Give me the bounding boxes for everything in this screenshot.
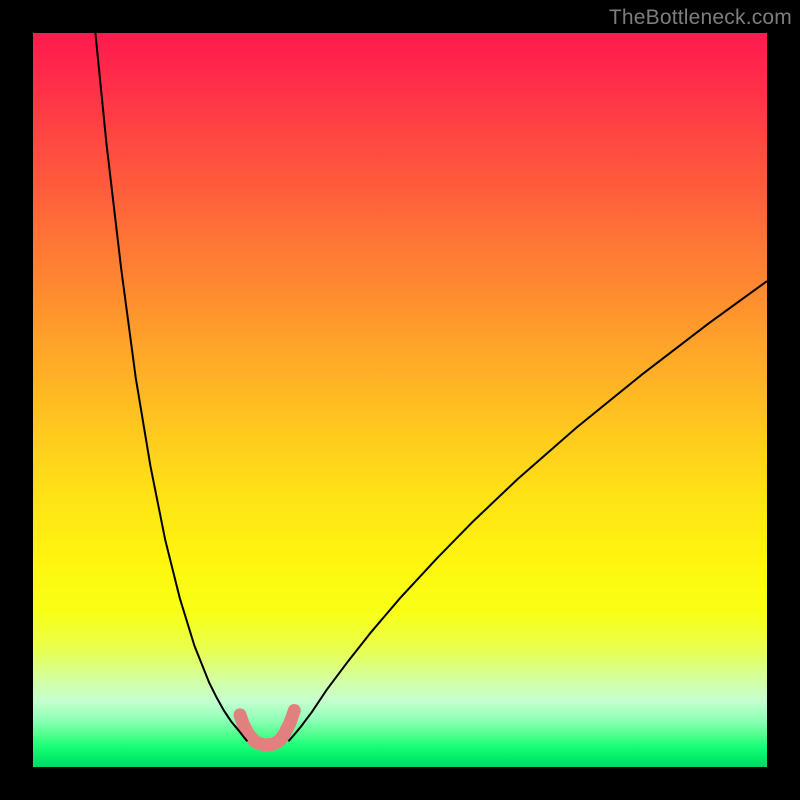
watermark-text: TheBottleneck.com bbox=[609, 6, 792, 30]
trough-marker-path bbox=[240, 710, 294, 745]
curve-svg bbox=[33, 33, 767, 767]
left-branch-path bbox=[95, 33, 247, 741]
outer-frame: TheBottleneck.com bbox=[0, 0, 800, 800]
right-branch-path bbox=[288, 281, 767, 741]
plot-area bbox=[33, 33, 767, 767]
